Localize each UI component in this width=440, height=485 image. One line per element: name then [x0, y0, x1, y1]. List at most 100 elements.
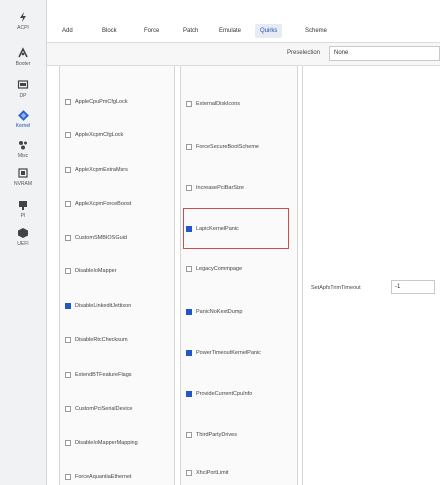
- checkbox[interactable]: [186, 226, 192, 232]
- quirk-label: ExtendBTFeatureFlags: [75, 372, 132, 378]
- quirk-xhciportlimit[interactable]: XhciPortLimit: [186, 467, 228, 479]
- quirk-forcesecurebootscheme[interactable]: ForceSecureBootScheme: [186, 141, 259, 153]
- checkbox[interactable]: [65, 474, 71, 480]
- quirk-applexcpmextramsrs[interactable]: AppleXcpmExtraMsrs: [65, 164, 128, 176]
- sidebar-item-acpi[interactable]: ACPI: [0, 10, 46, 32]
- checkbox[interactable]: [65, 372, 71, 378]
- sidebar: ACPI Booter DP Kernel Misc NVRAM PI UEFI: [0, 0, 47, 485]
- checkbox[interactable]: [186, 350, 192, 356]
- quirk-label: PowerTimeoutKernelPanic: [196, 350, 261, 356]
- checkbox[interactable]: [65, 201, 71, 207]
- sidebar-item-pi[interactable]: PI: [0, 198, 46, 220]
- sidebar-item-booter[interactable]: Booter: [0, 46, 46, 68]
- apfs-trim-timeout-label: SetApfsTrimTimeout: [311, 285, 361, 291]
- quirk-label: AppleCpuPmCfgLock: [75, 99, 128, 105]
- checkbox[interactable]: [186, 144, 192, 150]
- preselection-label: Preselection: [287, 50, 321, 56]
- section-tab-bar: Add Block Force Patch Emulate Quirks Sch…: [47, 0, 440, 43]
- quirk-disableiomapper[interactable]: DisableIoMapper: [65, 265, 117, 277]
- quirk-label: AppleXcpmForceBoost: [75, 201, 132, 207]
- sidebar-item-label: Misc: [17, 153, 29, 159]
- uefi-icon: [16, 226, 30, 240]
- quirk-label: ForceAquantiaEthernet: [75, 474, 132, 480]
- quirks-column-left: AppleCpuPmCfgLock AppleXcpmCfgLock Apple…: [59, 66, 175, 485]
- quirk-providecurrentcpuinfo[interactable]: ProvideCurrentCpuInfo: [186, 388, 252, 400]
- quirk-disablertcchecksum[interactable]: DisableRtcChecksum: [65, 334, 128, 346]
- sidebar-item-label: PI: [20, 213, 26, 219]
- quirk-thirdpartydrives[interactable]: ThirdPartyDrives: [186, 429, 237, 441]
- quirk-externaldiskicons[interactable]: ExternalDiskIcons: [186, 98, 240, 110]
- checkbox[interactable]: [65, 99, 71, 105]
- checkbox[interactable]: [186, 185, 192, 191]
- checkbox[interactable]: [186, 309, 192, 315]
- checkbox[interactable]: [65, 440, 71, 446]
- checkbox[interactable]: [65, 132, 71, 138]
- quirk-label: XhciPortLimit: [196, 470, 229, 476]
- quirk-custompciserialdevice[interactable]: CustomPciSerialDevice: [65, 403, 132, 415]
- quirk-disablelinkeditjettison[interactable]: DisableLinkeditJettison: [65, 300, 131, 312]
- tab-add[interactable]: Add: [57, 24, 78, 38]
- tab-force[interactable]: Force: [139, 24, 164, 38]
- quirk-label: PanicNoKextDump: [196, 309, 243, 315]
- sidebar-item-uefi[interactable]: UEFI: [0, 226, 46, 248]
- quirk-label: CustomSMBIOSGuid: [75, 235, 127, 241]
- sidebar-item-label: ACPI: [17, 25, 29, 31]
- quirk-customsmbiosguid[interactable]: CustomSMBIOSGuid: [65, 232, 127, 244]
- quirk-label: ThirdPartyDrives: [196, 432, 237, 438]
- sidebar-item-label: UEFI: [17, 241, 29, 247]
- sidebar-item-label: Kernel: [15, 123, 31, 129]
- quirk-label: DisableRtcChecksum: [75, 337, 128, 343]
- tab-emulate[interactable]: Emulate: [214, 24, 246, 38]
- sidebar-item-dp[interactable]: DP: [0, 78, 46, 100]
- nvram-icon: [16, 166, 30, 180]
- sidebar-item-kernel[interactable]: Kernel: [0, 108, 46, 130]
- quirk-label: ForceSecureBootScheme: [196, 144, 259, 150]
- quirk-label: LegacyCommpage: [196, 266, 243, 272]
- quirk-label: IncreasePciBarSize: [196, 185, 244, 191]
- checkbox[interactable]: [65, 303, 71, 309]
- checkbox[interactable]: [186, 432, 192, 438]
- quirk-label: ExternalDiskIcons: [196, 101, 241, 107]
- quirk-label: DisableLinkeditJettison: [75, 303, 132, 309]
- checkbox[interactable]: [65, 235, 71, 241]
- quirk-increasepcibarsize[interactable]: IncreasePciBarSize: [186, 182, 244, 194]
- quirk-extendbtfeatureflags[interactable]: ExtendBTFeatureFlags: [65, 369, 132, 381]
- apfs-trim-timeout-input[interactable]: -1: [391, 280, 435, 294]
- sidebar-item-misc[interactable]: Misc: [0, 138, 46, 160]
- preselection-bar: Preselection None: [47, 43, 440, 66]
- kernel-icon: [16, 108, 30, 122]
- checkbox[interactable]: [65, 268, 71, 274]
- quirk-label: DisableIoMapperMapping: [75, 440, 138, 446]
- quirks-column-right: SetApfsTrimTimeout -1: [302, 66, 440, 485]
- quirk-lapickernelpanic[interactable]: LapicKernelPanic: [186, 223, 239, 235]
- quirk-label: CustomPciSerialDevice: [75, 406, 133, 412]
- sidebar-item-nvram[interactable]: NVRAM: [0, 166, 46, 188]
- quirk-panicnokextdump[interactable]: PanicNoKextDump: [186, 306, 242, 318]
- pi-icon: [16, 198, 30, 212]
- checkbox[interactable]: [65, 337, 71, 343]
- checkbox[interactable]: [186, 101, 192, 107]
- checkbox[interactable]: [186, 470, 192, 476]
- checkbox[interactable]: [65, 167, 71, 173]
- checkbox[interactable]: [186, 266, 192, 272]
- acpi-icon: [16, 10, 30, 24]
- quirk-applexcpmforceboost[interactable]: AppleXcpmForceBoost: [65, 198, 131, 210]
- quirk-applecpupmcfglock[interactable]: AppleCpuPmCfgLock: [65, 96, 128, 108]
- booter-icon: [16, 46, 30, 60]
- quirk-label: AppleXcpmExtraMsrs: [75, 167, 128, 173]
- quirk-label: DisableIoMapper: [75, 268, 117, 274]
- dp-icon: [16, 78, 30, 92]
- quirk-forceaquantiaethernet[interactable]: ForceAquantiaEthernet: [65, 471, 132, 483]
- checkbox[interactable]: [186, 391, 192, 397]
- quirk-applexcpmcfglock[interactable]: AppleXcpmCfgLock: [65, 129, 123, 141]
- tab-patch[interactable]: Patch: [178, 24, 203, 38]
- checkbox[interactable]: [65, 406, 71, 412]
- tab-scheme[interactable]: Scheme: [300, 24, 332, 38]
- tab-block[interactable]: Block: [97, 24, 122, 38]
- tab-quirks[interactable]: Quirks: [255, 24, 283, 38]
- quirk-powertimeoutkernelpanic[interactable]: PowerTimeoutKernelPanic: [186, 347, 261, 359]
- sidebar-item-label: DP: [19, 93, 27, 99]
- quirk-disableiomappermapping[interactable]: DisableIoMapperMapping: [65, 437, 138, 449]
- preselection-dropdown[interactable]: None: [329, 46, 440, 61]
- quirk-legacycommpage[interactable]: LegacyCommpage: [186, 263, 242, 275]
